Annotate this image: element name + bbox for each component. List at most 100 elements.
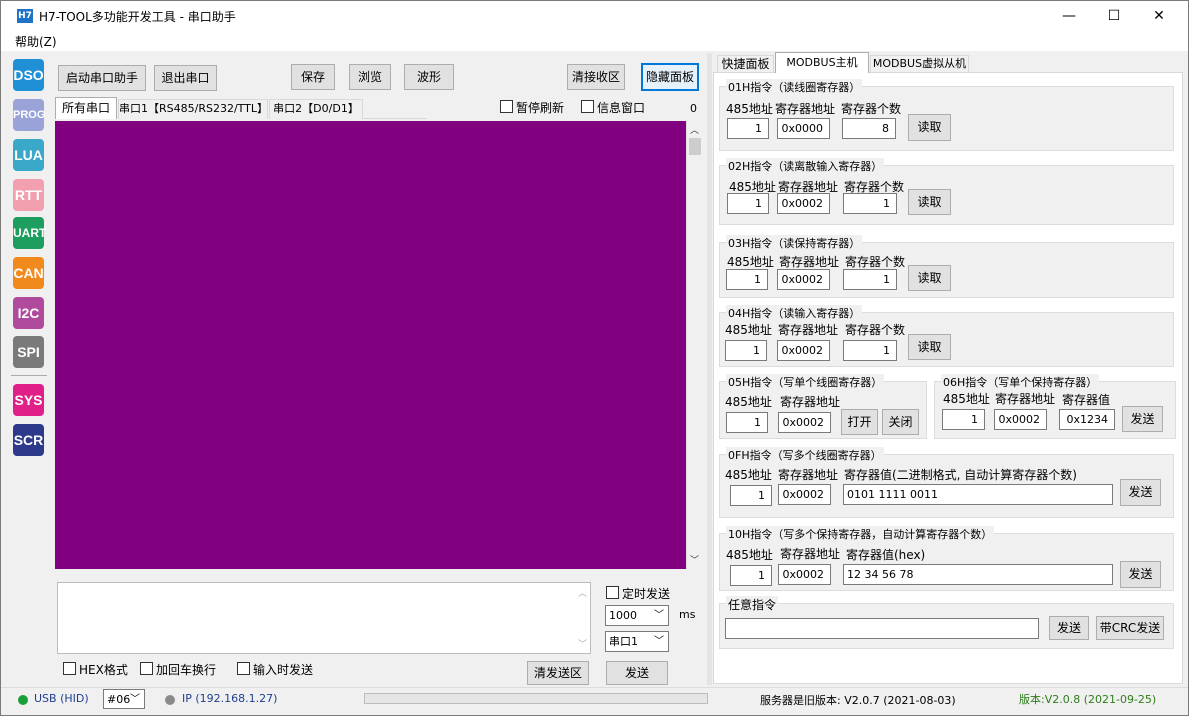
reg-input-01h[interactable]: 0x0000 — [777, 118, 830, 139]
scroll-down-icon[interactable]: ﹀ — [690, 553, 699, 566]
coil-close-button[interactable]: 关闭 — [882, 409, 919, 435]
any-command-input[interactable] — [725, 618, 1039, 639]
app-window: H7 H7-TOOL多功能开发工具 - 串口助手 — ☐ ✕ 帮助(Z) DSO… — [0, 0, 1189, 716]
read-button-03h[interactable]: 读取 — [908, 265, 951, 291]
scroll-up-icon[interactable]: ︿ — [690, 123, 699, 136]
addr-label: 485地址 — [726, 548, 773, 562]
app-logo-icon: H7 — [17, 9, 33, 23]
group-10h-title: 10H指令（写多个保持寄存器，自动计算寄存器个数） — [726, 526, 995, 542]
sidebar-item-sys[interactable]: SYS — [13, 384, 44, 416]
save-button[interactable]: 保存 — [291, 64, 335, 90]
tab-all-ports[interactable]: 所有串口 — [55, 97, 117, 119]
send-with-crc-button[interactable]: 带CRC发送 — [1096, 616, 1164, 640]
sidebar-item-spi[interactable]: SPI — [13, 336, 44, 368]
send-textarea[interactable]: ︿ ﹀ — [57, 582, 591, 654]
send-on-input-checkbox[interactable] — [237, 662, 250, 675]
send-button[interactable]: 发送 — [606, 661, 668, 685]
send-scroll-down-icon[interactable]: ﹀ — [578, 637, 587, 650]
send-button-06h[interactable]: 发送 — [1122, 406, 1163, 432]
count-input-02h[interactable]: 1 — [843, 193, 897, 214]
receive-scrollbar[interactable]: ︿ ﹀ — [686, 121, 702, 569]
coil-open-button[interactable]: 打开 — [841, 409, 878, 435]
reg-count-label: 寄存器个数 — [845, 323, 906, 337]
sidebar-item-lua[interactable]: LUA — [13, 139, 44, 171]
addr-input-0fh[interactable]: 1 — [730, 485, 772, 506]
browse-button[interactable]: 浏览 — [349, 64, 391, 90]
tab-port2[interactable]: 串口2【D0/D1】 — [269, 99, 363, 119]
reg-input-03h[interactable]: 0x0002 — [777, 269, 830, 290]
reg-addr-label: 寄存器地址 — [995, 392, 1056, 406]
group-04h-title: 04H指令（读输入寄存器） — [726, 305, 863, 321]
tab-quick-panel[interactable]: 快捷面板 — [717, 55, 774, 73]
close-button[interactable]: ✕ — [1136, 1, 1182, 31]
reg-input-02h[interactable]: 0x0002 — [777, 193, 830, 214]
value-input-06h[interactable]: 0x1234 — [1059, 409, 1115, 430]
minimize-button[interactable]: — — [1046, 1, 1092, 31]
info-window-checkbox[interactable] — [581, 100, 594, 113]
add-crlf-label: 加回车换行 — [156, 663, 217, 677]
usb-status: USB (HID) — [34, 692, 89, 705]
reg-value-hex-label: 寄存器值(hex) — [846, 548, 926, 562]
send-scroll-up-icon[interactable]: ︿ — [578, 586, 587, 599]
count-input-01h[interactable]: 8 — [842, 118, 896, 139]
hide-panel-button[interactable]: 隐藏面板 — [641, 63, 699, 91]
sidebar-item-uart[interactable]: UART — [13, 217, 46, 249]
read-button-04h[interactable]: 读取 — [908, 334, 951, 360]
start-uart-button[interactable]: 启动串口助手 — [58, 65, 146, 91]
clear-send-button[interactable]: 清发送区 — [527, 661, 589, 685]
any-send-button[interactable]: 发送 — [1049, 616, 1089, 640]
reg-input-10h[interactable]: 0x0002 — [778, 564, 831, 585]
reg-input-0fh[interactable]: 0x0002 — [778, 484, 831, 505]
count-input-04h[interactable]: 1 — [843, 340, 897, 361]
chevron-down-icon: ﹀ — [654, 610, 664, 621]
read-button-01h[interactable]: 读取 — [908, 114, 951, 141]
port-select[interactable]: 串口1 ﹀ — [605, 631, 669, 652]
device-select[interactable]: #06 ﹀ — [103, 689, 145, 709]
group-03h-title: 03H指令（读保持寄存器） — [726, 235, 863, 251]
menu-help[interactable]: 帮助(Z) — [15, 33, 57, 50]
add-crlf-checkbox[interactable] — [140, 662, 153, 675]
addr-input-01h[interactable]: 1 — [727, 118, 769, 139]
addr-label: 485地址 — [943, 392, 990, 406]
addr-input-10h[interactable]: 1 — [730, 565, 772, 586]
scroll-thumb[interactable] — [689, 138, 701, 155]
timed-send-checkbox[interactable] — [606, 586, 619, 599]
exit-uart-button[interactable]: 退出串口 — [154, 65, 217, 91]
waveform-button[interactable]: 波形 — [404, 64, 454, 90]
clear-receive-button[interactable]: 清接收区 — [567, 64, 625, 90]
sidebar-item-prog[interactable]: PROG — [13, 99, 45, 131]
sidebar-item-scr[interactable]: SCR — [13, 424, 44, 456]
addr-label: 485地址 — [725, 468, 772, 482]
reg-input-04h[interactable]: 0x0002 — [777, 340, 830, 361]
pause-refresh-label: 暂停刷新 — [516, 101, 565, 115]
receive-area[interactable] — [55, 121, 686, 569]
send-button-0fh[interactable]: 发送 — [1120, 479, 1161, 506]
tab-modbus-slave[interactable]: MODBUS虚拟从机 — [870, 55, 969, 73]
read-button-02h[interactable]: 读取 — [908, 189, 951, 215]
addr-input-06h[interactable]: 1 — [942, 409, 985, 430]
addr-input-02h[interactable]: 1 — [727, 193, 769, 214]
tab-port1[interactable]: 串口1【RS485/RS232/TTL】 — [118, 99, 268, 119]
hex-format-checkbox[interactable] — [63, 662, 76, 675]
sidebar-item-can[interactable]: CAN — [13, 257, 44, 289]
value-input-0fh[interactable]: 0101 1111 0011 — [843, 484, 1113, 505]
addr-input-03h[interactable]: 1 — [726, 269, 768, 290]
count-input-03h[interactable]: 1 — [843, 269, 897, 290]
value-input-10h[interactable]: 12 34 56 78 — [843, 564, 1113, 585]
pause-refresh-checkbox[interactable] — [500, 100, 513, 113]
sidebar-item-i2c[interactable]: I2C — [13, 297, 44, 329]
status-bar: USB (HID) #06 ﹀ IP (192.168.1.27) 服务器是旧版… — [1, 687, 1188, 715]
menu-bar: 帮助(Z) — [1, 31, 1188, 51]
maximize-button[interactable]: ☐ — [1091, 1, 1137, 31]
reg-input-05h[interactable]: 0x0002 — [778, 412, 831, 433]
send-button-10h[interactable]: 发送 — [1120, 561, 1161, 588]
panel-splitter[interactable] — [707, 53, 712, 685]
interval-select[interactable]: 1000 ﹀ — [605, 605, 669, 626]
addr-input-04h[interactable]: 1 — [725, 340, 767, 361]
progress-bar — [364, 693, 708, 704]
tab-modbus-master[interactable]: MODBUS主机 — [775, 52, 869, 73]
reg-input-06h[interactable]: 0x0002 — [994, 409, 1047, 430]
sidebar-item-rtt[interactable]: RTT — [13, 179, 44, 211]
sidebar-item-dso[interactable]: DSO — [13, 59, 44, 91]
addr-input-05h[interactable]: 1 — [726, 412, 768, 433]
